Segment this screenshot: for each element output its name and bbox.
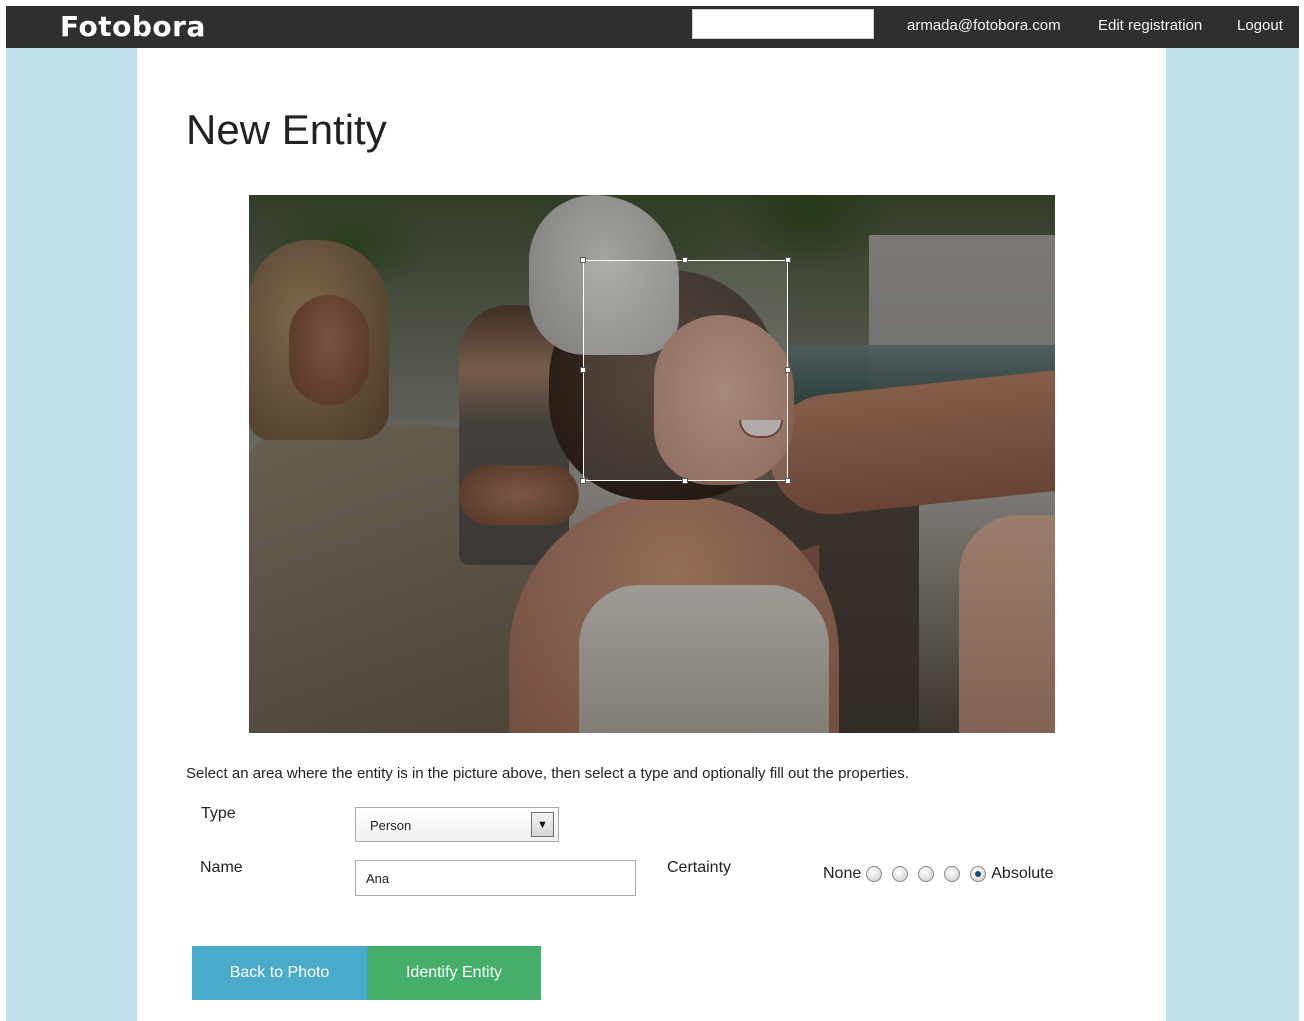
name-input[interactable]: Ana — [355, 860, 636, 896]
certainty-radio-2[interactable] — [892, 866, 909, 882]
search-input[interactable] — [692, 9, 874, 39]
resize-handle-sw[interactable] — [580, 478, 586, 484]
certainty-radio-1[interactable] — [866, 866, 883, 882]
certainty-label: Certainty — [667, 859, 732, 876]
main-content: New Entity Select an area where the enti… — [137, 48, 1166, 1021]
resize-handle-e[interactable] — [785, 367, 791, 373]
resize-handle-ne[interactable] — [785, 257, 791, 263]
certainty-max-label: Absolute — [991, 865, 1054, 882]
resize-handle-nw[interactable] — [580, 257, 586, 263]
identify-entity-button[interactable]: Identify Entity — [367, 946, 541, 1000]
type-select-value: Person — [370, 818, 412, 833]
page-title: New Entity — [186, 106, 387, 153]
certainty-radio-3[interactable] — [918, 866, 935, 882]
resize-handle-n[interactable] — [682, 257, 688, 263]
photo-canvas[interactable] — [249, 195, 1055, 733]
resize-handle-s[interactable] — [682, 478, 688, 484]
selection-box[interactable] — [580, 257, 791, 484]
edit-registration-link[interactable]: Edit registration — [1098, 17, 1202, 34]
top-navbar: Fotobora armada@fotobora.com Edit regist… — [6, 6, 1299, 48]
name-label: Name — [200, 859, 243, 876]
resize-handle-se[interactable] — [785, 478, 791, 484]
resize-handle-w[interactable] — [580, 367, 586, 373]
instructions-text: Select an area where the entity is in th… — [186, 765, 909, 782]
certainty-radio-4[interactable] — [944, 866, 961, 882]
certainty-radio-5[interactable] — [970, 866, 987, 882]
logout-link[interactable]: Logout — [1237, 17, 1283, 34]
type-select[interactable]: Person ▼ — [355, 807, 559, 842]
certainty-min-label: None — [823, 865, 862, 882]
brand-logo[interactable]: Fotobora — [60, 10, 206, 43]
chevron-down-icon[interactable]: ▼ — [531, 812, 554, 837]
user-email-link[interactable]: armada@fotobora.com — [907, 17, 1061, 34]
back-to-photo-button[interactable]: Back to Photo — [192, 946, 367, 1000]
certainty-radio-group: None Absolute — [823, 862, 1054, 886]
type-label: Type — [201, 805, 236, 822]
